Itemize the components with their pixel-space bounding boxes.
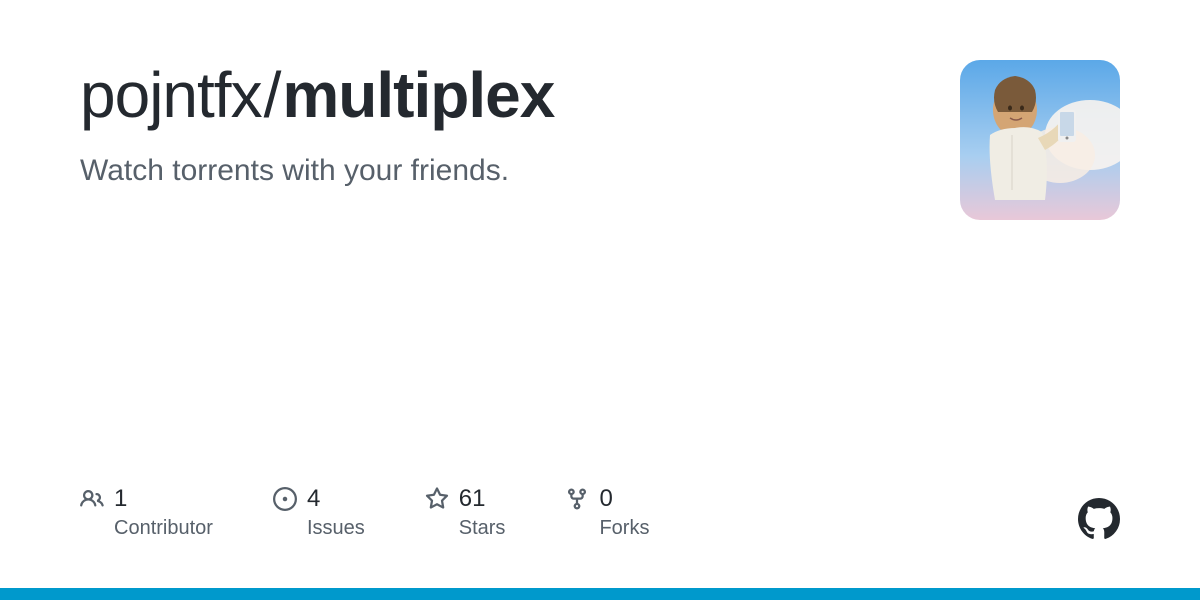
people-icon [80,487,104,511]
forks-label: Forks [599,517,649,540]
avatar[interactable] [960,60,1120,220]
repo-description: Watch torrents with your friends. [80,154,920,188]
stats-group: 1 Contributor 4 Issues 61 [80,485,649,540]
repo-name[interactable]: multiplex [282,59,554,131]
stars-count: 61 [459,485,486,513]
stars-label: Stars [459,517,506,540]
fork-icon [565,487,589,511]
avatar-image [960,60,1120,220]
contributors-count: 1 [114,485,127,513]
stat-stars[interactable]: 61 Stars [425,485,506,540]
stat-forks[interactable]: 0 Forks [565,485,649,540]
issue-icon [273,487,297,511]
accent-bar [0,588,1200,600]
repo-card: pojntfx/multiplex Watch torrents with yo… [0,0,1200,600]
contributors-label: Contributor [114,517,213,540]
issues-count: 4 [307,485,320,513]
title-section: pojntfx/multiplex Watch torrents with yo… [80,60,920,188]
repo-title: pojntfx/multiplex [80,60,920,130]
stat-contributors[interactable]: 1 Contributor [80,485,213,540]
repo-separator: / [264,59,281,131]
stat-issues[interactable]: 4 Issues [273,485,365,540]
github-logo-icon[interactable] [1078,498,1120,540]
header-row: pojntfx/multiplex Watch torrents with yo… [80,60,1120,220]
star-icon [425,487,449,511]
forks-count: 0 [599,485,612,513]
stats-row: 1 Contributor 4 Issues 61 [80,485,1120,540]
repo-owner[interactable]: pojntfx [80,59,262,131]
issues-label: Issues [307,517,365,540]
